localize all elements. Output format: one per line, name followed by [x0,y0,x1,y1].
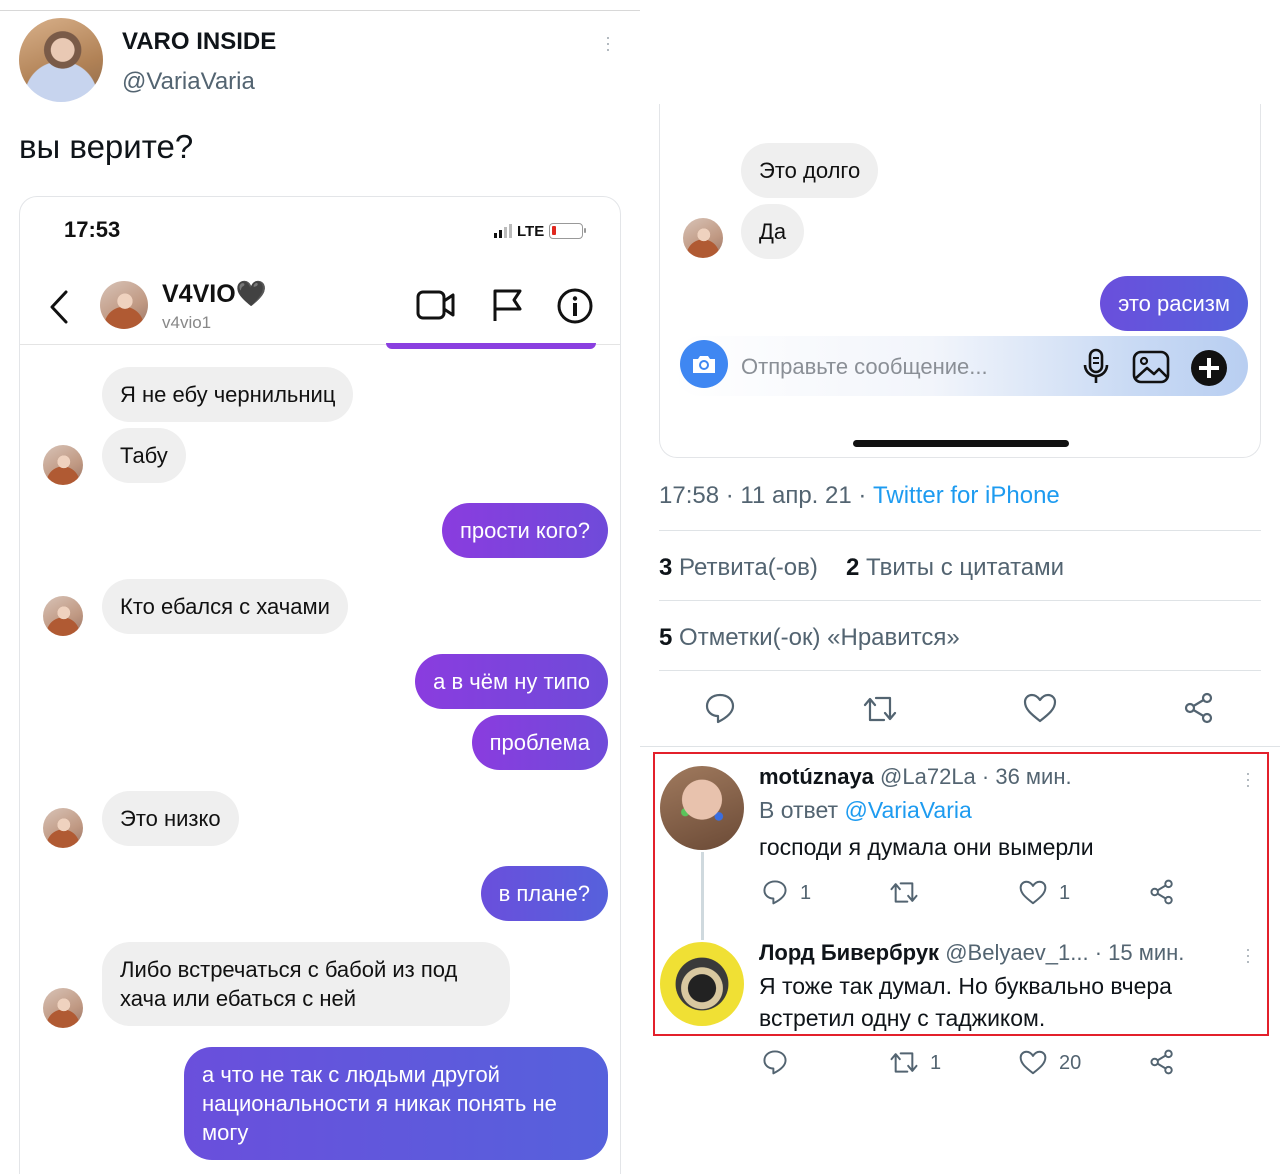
retweet-icon[interactable] [889,1050,919,1075]
author-handle[interactable]: @VariaVaria [122,68,255,96]
more-options-icon[interactable]: · · · [1244,940,1252,970]
more-options-icon[interactable]: · · · [604,28,612,58]
signal-icon [494,224,512,238]
back-arrow-icon[interactable] [48,289,70,325]
info-icon[interactable] [556,287,594,325]
reply-avatar[interactable] [660,766,744,850]
retweets-label: Ретвита(-ов) [679,554,818,581]
video-call-icon[interactable] [416,287,456,323]
divider [640,746,1280,747]
like-icon[interactable] [1019,880,1047,905]
reply-author[interactable]: Лорд Бивербрук @Belyaev_1... · 15 мин. [759,940,1184,966]
home-indicator [853,440,1069,447]
author-avatar[interactable] [19,18,103,102]
contact-avatar-small [43,988,83,1028]
replying-to-prefix: В ответ [759,797,845,823]
like-count: 20 [1059,1052,1082,1074]
screenshot-attachment[interactable]: 17:53 LTE V4VIO🖤 v4vio1 Я не ебу черниль… [19,196,621,1174]
previous-message-edge [386,343,596,349]
message-bubble-out[interactable]: в плане? [480,866,608,921]
divider [659,670,1261,671]
camera-button[interactable] [680,340,728,388]
left-tweet-panel: VARO INSIDE @VariaVaria · · · вы верите? 1… [0,0,640,1174]
quotes-count: 2 [846,554,860,581]
replying-to: В ответ @VariaVaria [759,797,972,824]
network-label: LTE [517,222,545,240]
likes-label: Отметки(-ок) «Нравится» [679,624,960,651]
retweets-count: 3 [659,554,673,581]
message-bubble-out[interactable]: а что не так с людьми другой национально… [184,1047,608,1160]
retweet-count: 1 [930,1052,942,1074]
reply-icon[interactable] [704,692,736,724]
status-bar: LTE [494,222,587,240]
reply-icon[interactable] [762,879,788,905]
message-bubble-in[interactable]: Это низко [102,791,239,846]
reply-handle-time: @Belyaev_1... · 15 мин. [945,940,1185,965]
share-icon[interactable] [1183,692,1215,724]
quotes-label: Твиты с цитатами [866,554,1065,581]
share-icon[interactable] [1149,1049,1175,1075]
retweet-icon[interactable] [889,880,919,905]
reply-text: Я тоже так думал. Но буквально вчера вст… [759,973,1172,1031]
contact-avatar-small [43,445,83,485]
retweets-stat[interactable]: 3 Ретвита(-ов) [659,554,818,582]
battery-icon [549,223,587,239]
divider [659,530,1261,531]
contact-avatar-small [43,596,83,636]
contact-username: v4vio1 [162,313,212,332]
like-icon[interactable] [1019,1050,1047,1075]
message-bubble-in[interactable]: Табу [102,428,186,483]
flag-icon[interactable] [490,287,524,323]
share-icon[interactable] [1149,879,1175,905]
gallery-icon[interactable] [1132,350,1170,384]
reply-author-name: Лорд Бивербрук [759,940,940,965]
retweet-icon[interactable] [862,694,898,724]
message-bubble-in[interactable]: Это долго [741,143,879,198]
divider [659,600,1261,601]
tweet-source-link[interactable]: Twitter for iPhone [873,482,1060,509]
thread-connector [701,852,704,940]
reply-author[interactable]: motúznaya @La72La · 36 мин. [759,764,1072,790]
reply-text: господи я думала они вымерли [759,834,1094,860]
message-bubble-in[interactable]: Я не ебу чернильниц [102,367,354,422]
tweet-metadata: 17:58 · 11 апр. 21 · Twitter for iPhone [659,482,1060,510]
more-options-icon[interactable]: · · · [1244,764,1252,794]
message-input[interactable]: Отправьте сообщение... [741,354,988,380]
divider [0,10,640,11]
message-bubble-in[interactable]: Либо встречаться с бабой из под хача или… [102,942,510,1026]
author-name[interactable]: VARO INSIDE [122,28,276,56]
like-count: 1 [1059,882,1071,904]
likes-count: 5 [659,624,673,651]
message-bubble-out[interactable]: проблема [471,715,608,770]
message-bubble-in[interactable]: Да [741,204,805,259]
tweet-text: вы верите? [19,128,194,165]
reply-avatar[interactable] [660,942,744,1026]
tweet-timestamp: 17:58 · 11 апр. 21 · [659,482,874,509]
contact-avatar-small [43,808,83,848]
status-time: 17:53 [64,217,121,242]
camera-icon [693,356,715,373]
reply-icon[interactable] [762,1049,788,1075]
like-icon[interactable] [1023,693,1057,723]
message-bubble-out[interactable]: это расизм [1100,276,1248,331]
reply-count: 1 [800,882,812,904]
message-bubble-out[interactable]: прости кого? [442,503,608,558]
reply-handle-time: @La72La · 36 мин. [880,764,1072,789]
screenshot-attachment-continued[interactable]: Это долго Да это расизм Отправьте сообще… [659,104,1261,458]
contact-avatar-small [683,218,723,258]
replying-to-handle[interactable]: @VariaVaria [844,797,971,823]
add-icon[interactable] [1190,349,1228,387]
message-bubble-in[interactable]: Кто ебался с хачами [102,579,348,634]
right-tweet-panel: Это долго Да это расизм Отправьте сообще… [640,0,1280,1174]
chat-header: V4VIO🖤 v4vio1 [20,269,620,345]
likes-stat[interactable]: 5 Отметки(-ок) «Нравится» [659,624,960,652]
message-bubble-out[interactable]: а в чём ну типо [415,654,608,709]
microphone-icon[interactable] [1082,348,1110,386]
contact-name[interactable]: V4VIO🖤 [162,280,267,309]
reply-author-name: motúznaya [759,764,874,789]
contact-avatar[interactable] [100,281,148,329]
quotes-stat[interactable]: 2 Твиты с цитатами [846,554,1064,582]
